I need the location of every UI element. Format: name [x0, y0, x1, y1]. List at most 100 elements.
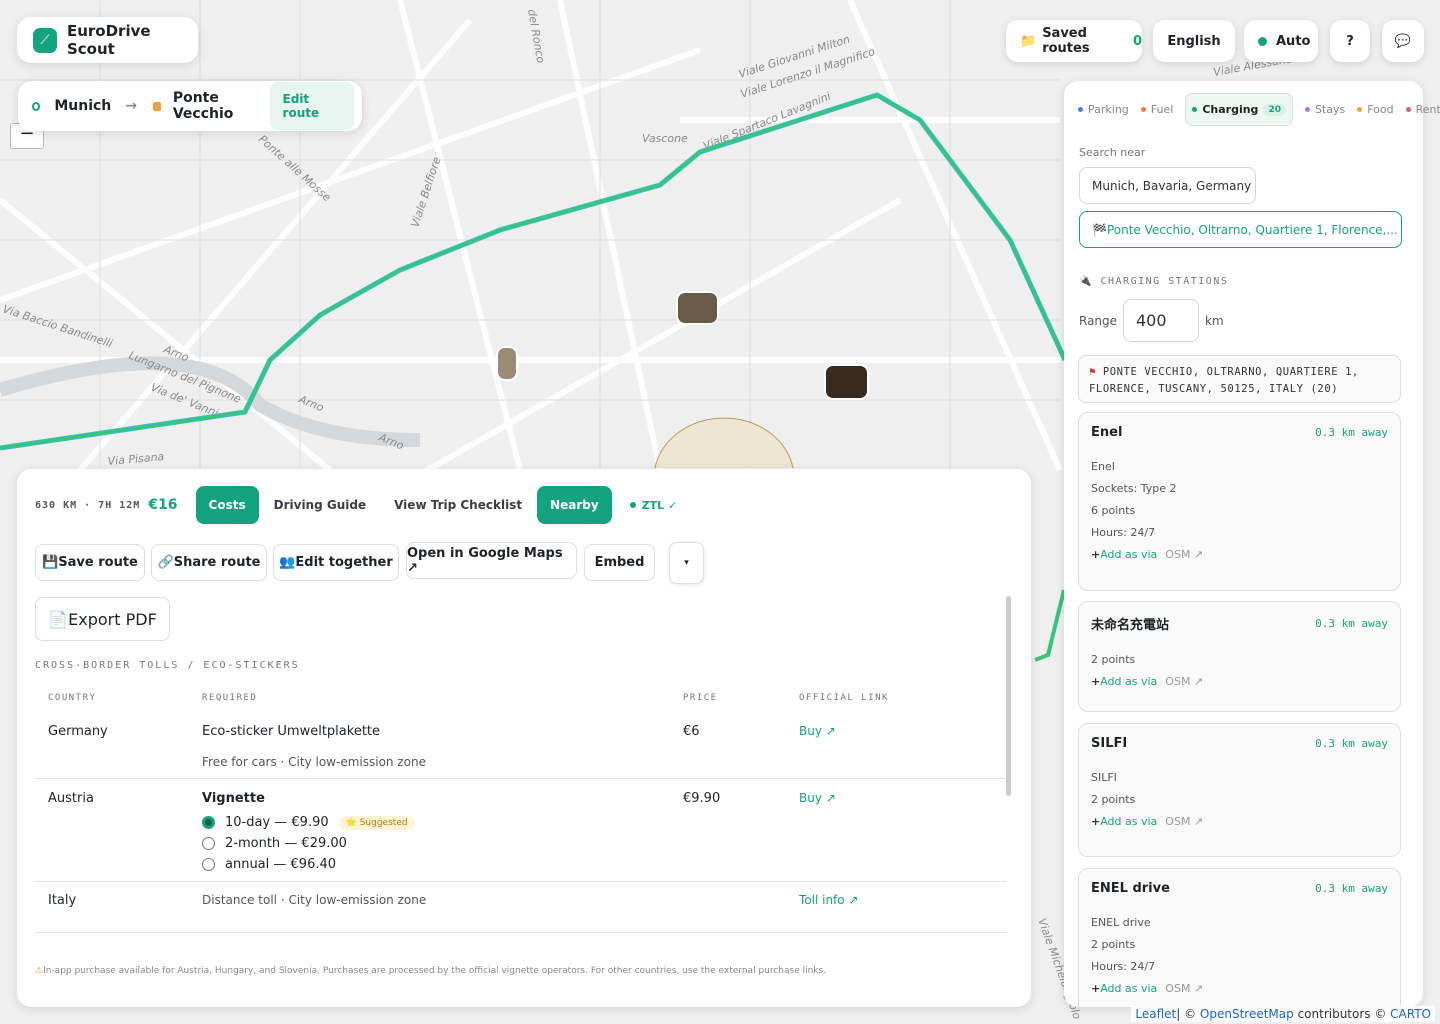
category-label: Food: [1367, 103, 1394, 116]
feedback-button[interactable]: 💬: [1382, 20, 1424, 62]
toll-info-link[interactable]: Toll info ↗: [799, 893, 859, 907]
help-icon: ?: [1346, 33, 1354, 49]
column-header: COUNTRY: [48, 693, 97, 703]
origin-input[interactable]: Munich, Bavaria, Germany: [1079, 167, 1256, 204]
destination-line: PONTE VECCHIO, OLTRARNO, QUARTIERE 1,: [1102, 366, 1359, 378]
osm-link[interactable]: OSM ↗: [1165, 815, 1203, 828]
theme-toggle[interactable]: Auto: [1244, 20, 1318, 62]
tab-costs[interactable]: Costs: [195, 486, 259, 524]
panel-tabs: 630 KM · 7H 12M €16 Costs Driving Guide …: [35, 486, 677, 524]
station-points: 2 points: [1091, 653, 1136, 666]
category-fuel[interactable]: Fuel: [1140, 103, 1174, 116]
tab-nearby[interactable]: Nearby: [537, 486, 612, 524]
saved-routes-button[interactable]: 📁 Saved routes 0: [1006, 20, 1142, 62]
station-card[interactable]: 未命名充電站 0.3 km away 2 points +Add as via OS…: [1078, 601, 1401, 712]
rent-dot-icon: [1405, 107, 1411, 112]
vignette-option[interactable]: 2-month — €29.00: [202, 836, 657, 851]
buy-link[interactable]: Buy ↗: [799, 791, 836, 805]
plus-icon: +: [1091, 815, 1101, 828]
purchase-footnote: ⚠In-app purchase available for Austria, …: [35, 966, 826, 976]
station-distance: 0.3 km away: [1315, 737, 1388, 750]
charging-dot-icon: [1192, 107, 1198, 112]
language-button[interactable]: English: [1153, 20, 1235, 62]
tolls-table: COUNTRY REQUIRED PRICE OFFICIAL LINK Ger…: [35, 689, 1007, 933]
station-operator: Enel: [1091, 460, 1115, 473]
leaflet-link[interactable]: Leaflet: [1135, 1007, 1176, 1021]
range-unit: km: [1205, 314, 1224, 328]
price-cell: €6: [683, 724, 700, 739]
suggested-badge: ⭐ Suggested: [338, 815, 415, 830]
tab-driving-guide[interactable]: Driving Guide: [261, 486, 379, 524]
buy-link[interactable]: Buy ↗: [799, 724, 836, 738]
help-button[interactable]: ?: [1330, 20, 1370, 62]
category-parking[interactable]: Parking: [1078, 103, 1129, 116]
save-route-button[interactable]: 💾 Save route: [35, 544, 145, 581]
table-row: Germany Eco-sticker Umweltplakette Free …: [35, 715, 1007, 779]
station-points: 6 points: [1091, 504, 1136, 517]
vignette-option[interactable]: annual — €96.40: [202, 857, 657, 872]
add-as-via-label: Add as via: [1100, 982, 1158, 995]
saved-routes-label: Saved routes: [1042, 26, 1090, 56]
category-charging[interactable]: Charging 20: [1185, 93, 1293, 126]
panel-scrollbar[interactable]: [1006, 596, 1011, 796]
edit-together-label: Edit together: [295, 555, 393, 570]
osm-link[interactable]: OSM ↗: [1165, 548, 1203, 561]
country-cell: Austria: [48, 791, 94, 806]
arrow-right-icon: →: [125, 98, 138, 114]
category-rent[interactable]: Rent: [1405, 103, 1440, 116]
osm-attribution-link[interactable]: OpenStreetMap: [1200, 1007, 1294, 1021]
share-route-button[interactable]: 🔗 Share route: [151, 544, 267, 581]
export-pdf-button[interactable]: 📄 Export PDF: [35, 597, 170, 641]
add-as-via-button[interactable]: +Add as via OSM ↗: [1091, 982, 1388, 995]
price-cell: €9.90: [683, 791, 721, 806]
required-label: Vignette: [202, 791, 265, 806]
station-card[interactable]: Enel 0.3 km away Enel Sockets: Type 2 6 p…: [1078, 412, 1401, 591]
station-name: SILFI: [1091, 736, 1128, 751]
osm-link[interactable]: OSM ↗: [1165, 982, 1203, 995]
column-header: REQUIRED: [202, 693, 258, 703]
trip-cost: €16: [148, 497, 178, 513]
add-as-via-button[interactable]: +Add as via OSM ↗: [1091, 675, 1388, 688]
edit-together-button[interactable]: 👥 Edit together: [273, 544, 399, 581]
trip-distance: 630 KM · 7H 12M: [35, 499, 141, 511]
embed-button[interactable]: Embed: [584, 544, 655, 581]
station-distance: 0.3 km away: [1315, 617, 1388, 630]
tab-trip-checklist[interactable]: View Trip Checklist: [381, 486, 535, 524]
saved-routes-count: 0: [1132, 33, 1142, 49]
add-as-via-button[interactable]: +Add as via OSM ↗: [1091, 815, 1388, 828]
range-input[interactable]: 400: [1123, 299, 1199, 342]
stays-dot-icon: [1304, 107, 1310, 112]
station-card[interactable]: ENEL drive 0.3 km away ENEL drive 2 point…: [1078, 868, 1401, 1007]
required-cell: Vignette 10-day — €9.90 ⭐ Suggested 2-mon…: [189, 779, 670, 882]
carto-link[interactable]: CARTO: [1390, 1007, 1431, 1021]
destination-dot-icon: [153, 101, 161, 111]
link-icon: 🔗: [157, 555, 174, 570]
share-route-label: Share route: [173, 555, 261, 570]
destination-input[interactable]: 🏁 Ponte Vecchio, Oltrarno, Quartiere 1, F…: [1079, 211, 1402, 248]
category-food[interactable]: Food: [1357, 103, 1394, 116]
category-label: Stays: [1314, 103, 1346, 116]
add-as-via-label: Add as via: [1100, 675, 1158, 688]
edit-route-button[interactable]: Edit route: [269, 82, 355, 130]
floppy-icon: 💾: [42, 555, 59, 570]
category-label: Fuel: [1150, 103, 1174, 116]
add-as-via-button[interactable]: +Add as via OSM ↗: [1091, 548, 1388, 561]
photo-marker[interactable]: [824, 364, 869, 400]
station-points: 2 points: [1091, 938, 1136, 951]
photo-marker[interactable]: [496, 346, 518, 381]
country-cell: Germany: [48, 724, 108, 739]
country-cell: Italy: [48, 893, 77, 908]
chat-bubble-icon: 💬: [1394, 33, 1412, 49]
category-stays[interactable]: Stays: [1304, 103, 1346, 116]
map-attribution: Leaflet| © OpenStreetMap contributors © …: [1131, 1006, 1435, 1022]
photo-marker[interactable]: [676, 291, 719, 325]
osm-link[interactable]: OSM ↗: [1165, 675, 1203, 688]
attribution-text: | ©: [1176, 1007, 1200, 1021]
google-maps-button[interactable]: Open in Google Maps ↗: [406, 542, 577, 579]
plus-icon: +: [1091, 548, 1101, 561]
station-card[interactable]: SILFI 0.3 km away SILFI 2 points +Add as …: [1078, 723, 1401, 857]
app-logo[interactable]: ⟋ EuroDrive Scout: [17, 17, 198, 63]
vignette-option[interactable]: 10-day — €9.90 ⭐ Suggested: [202, 815, 657, 830]
save-route-label: Save route: [58, 555, 138, 570]
more-actions-button[interactable]: ▾: [669, 542, 704, 584]
